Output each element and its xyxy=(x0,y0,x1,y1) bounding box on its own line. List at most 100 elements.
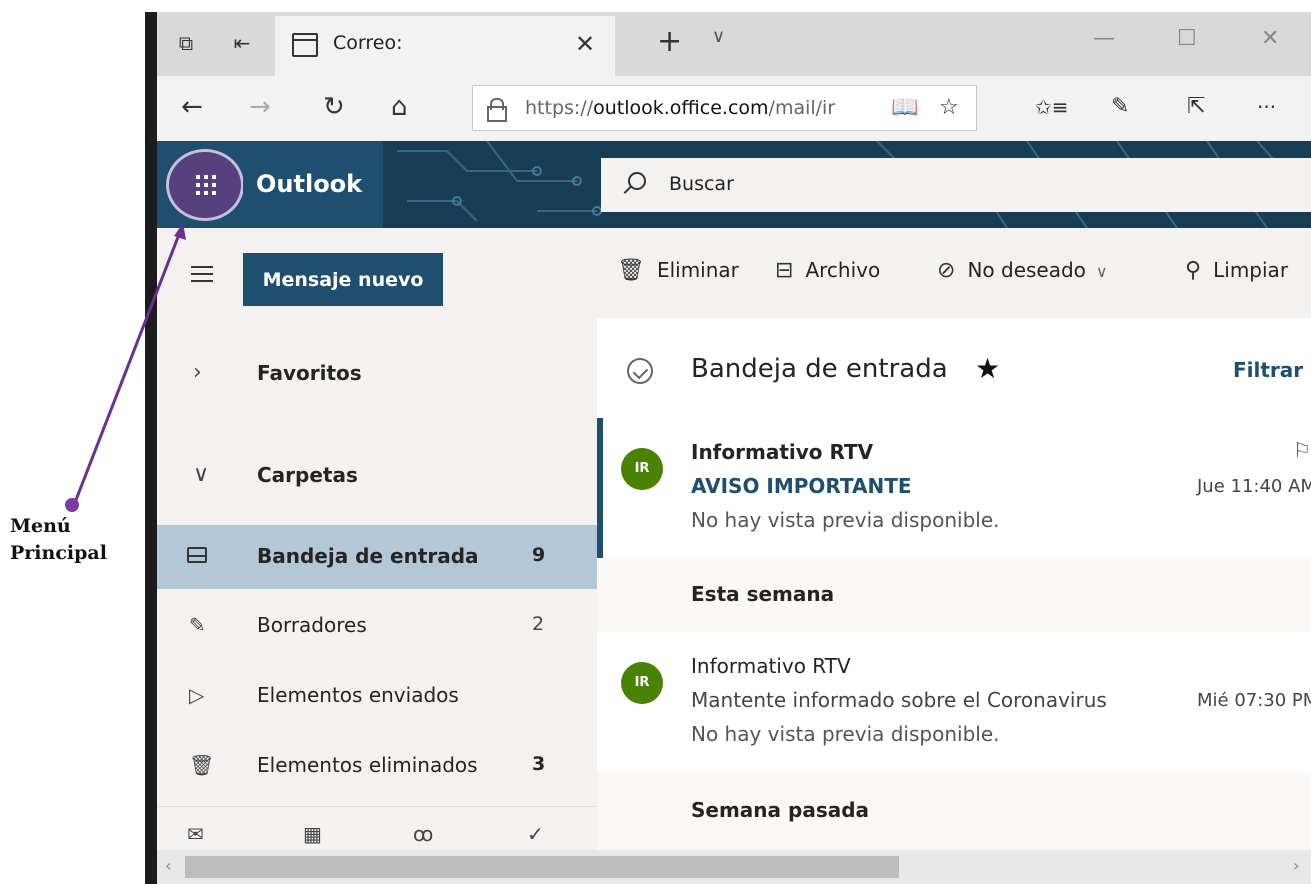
url-field[interactable]: https://outlook.office.com/mail/ir 📖 ☆ xyxy=(472,85,977,131)
outlook-brand[interactable]: Outlook xyxy=(243,141,383,228)
waffle-icon xyxy=(196,175,216,195)
archive-icon: ⊟ xyxy=(775,258,794,283)
page-icon xyxy=(292,33,318,57)
maximize-button[interactable]: ☐ xyxy=(1177,26,1197,51)
mail-icon[interactable]: ✉ xyxy=(187,822,204,846)
people-icon[interactable]: ꝏ xyxy=(413,822,433,846)
preview: No hay vista previa disponible. xyxy=(691,722,1000,746)
item-count: 2 xyxy=(532,613,545,635)
url-text: https://outlook.office.com/mail/ir xyxy=(525,97,836,119)
command-bar: 🗑 Eliminar ⊟ Archivo ⊘ No deseado ∨ ⚲ Limpiar xyxy=(597,228,1311,318)
message-list-header: Bandeja de entrada ★ Filtrar ∨ xyxy=(597,318,1311,418)
trash-icon: 🗑 xyxy=(617,258,645,283)
sidebar-item-drafts[interactable]: ✎ Borradores 2 xyxy=(157,594,597,658)
outlook-header: Outlook Buscar xyxy=(157,141,1311,228)
address-bar: ← → ↻ ⌂ https://outlook.office.com/mail/… xyxy=(157,76,1311,141)
timestamp: Jue 11:40 AM xyxy=(1197,476,1311,497)
annotation-line-1: Menú xyxy=(10,515,71,537)
send-icon: ▷ xyxy=(189,683,205,707)
sidebar-item-label: Borradores xyxy=(257,613,367,637)
forward-icon[interactable]: → xyxy=(249,92,271,122)
browser-window: ⧉ ⇤ Correo: ✕ + ∨ — ☐ ✕ ← → ↻ ⌂ https://… xyxy=(145,12,1311,884)
home-icon[interactable]: ⌂ xyxy=(391,92,408,122)
sidebar-item-label: Elementos eliminados xyxy=(257,753,478,777)
refresh-icon[interactable]: ↻ xyxy=(323,92,345,122)
tab-close-icon[interactable]: ✕ xyxy=(575,30,595,58)
chevron-down-icon: ∨ xyxy=(193,462,210,487)
chevron-down-icon: ∨ xyxy=(1095,262,1108,281)
select-all-icon[interactable] xyxy=(627,358,653,384)
filter-button[interactable]: Filtrar ∨ xyxy=(1233,358,1311,382)
unread-count: 9 xyxy=(532,544,546,566)
favorite-star-icon[interactable]: ☆ xyxy=(939,95,959,120)
delete-button[interactable]: 🗑 Eliminar xyxy=(617,258,739,283)
folders-label: Carpetas xyxy=(257,463,358,487)
set-aside-tabs-icon[interactable]: ⇤ xyxy=(229,30,255,56)
tab-dropdown-icon[interactable]: ∨ xyxy=(712,26,725,47)
reading-view-icon[interactable]: 📖 xyxy=(891,95,918,120)
scroll-right-icon[interactable]: › xyxy=(1293,856,1299,875)
group-label: Semana pasada xyxy=(691,798,870,822)
sender: Informativo RTV xyxy=(691,654,851,678)
tab-bar: ⧉ ⇤ Correo: ✕ + ∨ — ☐ ✕ xyxy=(157,12,1311,76)
favorites-label: Favoritos xyxy=(257,361,362,385)
sweep-button[interactable]: ⚲ Limpiar xyxy=(1185,258,1288,283)
avatar: IR xyxy=(621,448,663,490)
favorites-section[interactable]: › Favoritos xyxy=(157,342,597,406)
sidebar-item-label: Elementos enviados xyxy=(257,683,459,707)
timestamp: Mié 07:30 PM xyxy=(1197,690,1311,711)
archive-button[interactable]: ⊟ Archivo xyxy=(775,258,880,283)
new-tab-button[interactable]: + xyxy=(657,24,682,59)
folder-pane: Mensaje nuevo › Favoritos ∨ Carpetas Ban… xyxy=(157,228,597,884)
group-label: Esta semana xyxy=(691,582,835,606)
folder-title: Bandeja de entrada xyxy=(691,354,948,384)
tab-preview-icon[interactable]: ⧉ xyxy=(173,30,199,56)
unread-count: 3 xyxy=(532,753,546,775)
tab-title: Correo: xyxy=(333,32,403,54)
close-window-button[interactable]: ✕ xyxy=(1261,26,1279,51)
avatar: IR xyxy=(621,662,663,704)
search-input[interactable]: Buscar xyxy=(601,158,1311,212)
horizontal-scrollbar[interactable]: ‹ › xyxy=(157,850,1311,884)
block-icon: ⊘ xyxy=(937,258,956,283)
minimize-button[interactable]: — xyxy=(1093,26,1115,51)
scroll-left-icon[interactable]: ‹ xyxy=(165,856,171,875)
calendar-icon[interactable]: ▦ xyxy=(303,822,322,846)
pen-icon[interactable]: ✎ xyxy=(1111,92,1129,122)
preview: No hay vista previa disponible. xyxy=(691,508,1000,532)
new-message-button[interactable]: Mensaje nuevo xyxy=(243,253,443,306)
group-header: Esta semana xyxy=(597,558,1311,632)
back-icon[interactable]: ← xyxy=(181,92,203,122)
message-item[interactable]: IR Informativo RTV AVISO IMPORTANTE No h… xyxy=(597,418,1311,558)
tab-correo[interactable]: Correo: ✕ xyxy=(275,16,615,76)
sidebar-item-deleted[interactable]: 🗑 Elementos eliminados 3 xyxy=(157,734,597,798)
chevron-right-icon: › xyxy=(193,360,202,385)
tasks-icon[interactable]: ✓ xyxy=(527,822,544,846)
search-icon xyxy=(623,172,646,194)
pencil-icon: ✎ xyxy=(189,613,206,637)
divider xyxy=(157,806,597,807)
app-name: Outlook xyxy=(256,170,363,198)
subject: Mantente informado sobre el Coronavirus xyxy=(691,688,1107,712)
sidebar-item-label: Bandeja de entrada xyxy=(257,544,479,568)
inbox-icon xyxy=(187,547,207,563)
more-icon[interactable]: ··· xyxy=(1257,92,1276,122)
app-launcher-button[interactable] xyxy=(166,149,244,221)
sender: Informativo RTV xyxy=(691,440,874,464)
annotation-line-2: Principal xyxy=(10,542,107,564)
flag-icon[interactable]: ⚐ xyxy=(1293,438,1311,462)
scrollbar-thumb[interactable] xyxy=(185,856,899,878)
junk-button[interactable]: ⊘ No deseado ∨ xyxy=(937,258,1108,283)
folders-section[interactable]: ∨ Carpetas xyxy=(157,444,597,508)
hamburger-icon[interactable] xyxy=(191,266,213,282)
message-item[interactable]: IR Informativo RTV Mantente informado so… xyxy=(597,632,1311,772)
sidebar-item-inbox[interactable]: Bandeja de entrada 9 xyxy=(157,525,597,589)
sidebar-item-sent[interactable]: ▷ Elementos enviados xyxy=(157,664,597,728)
group-header: Semana pasada xyxy=(597,774,1311,848)
favorites-hub-icon[interactable]: ✩≡ xyxy=(1035,92,1069,122)
message-list-pane: 🗑 Eliminar ⊟ Archivo ⊘ No deseado ∨ ⚲ Limpiar… xyxy=(597,228,1311,884)
subject: AVISO IMPORTANTE xyxy=(691,474,912,498)
star-icon[interactable]: ★ xyxy=(975,352,1000,385)
annotation-label: Menú Principal xyxy=(10,513,140,567)
share-icon[interactable]: ⇱ xyxy=(1187,92,1205,122)
